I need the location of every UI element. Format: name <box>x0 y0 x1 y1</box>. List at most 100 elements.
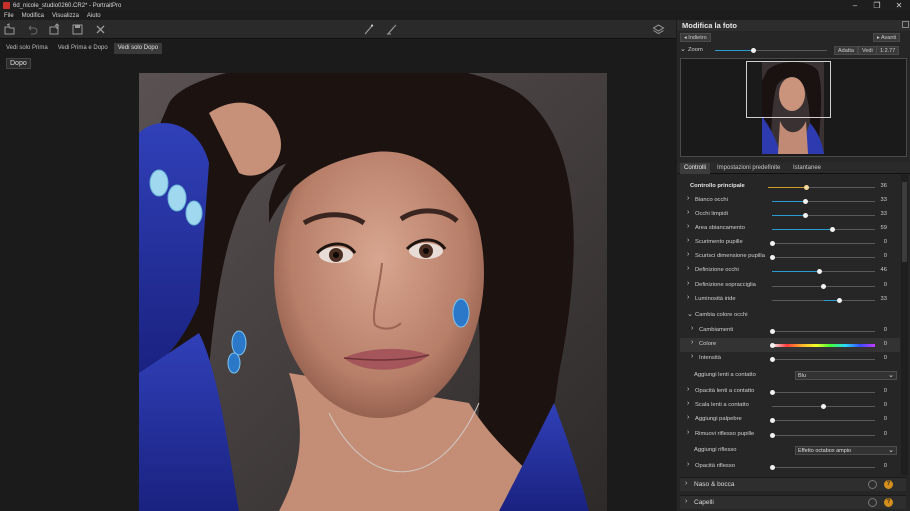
slider-knob[interactable] <box>769 343 775 348</box>
chevron-right-icon[interactable]: › <box>687 209 689 216</box>
menu-aiuto[interactable]: Aiuto <box>87 13 101 19</box>
chevron-right-icon[interactable]: › <box>687 223 689 230</box>
chevron-right-icon[interactable]: › <box>687 429 689 436</box>
slider-knob[interactable] <box>821 404 826 409</box>
control-row[interactable]: › Occhi limpidi 33 <box>680 208 900 222</box>
control-row[interactable]: › Definizione occhi 46 <box>680 264 900 278</box>
tab-istantanee[interactable]: Istantanee <box>789 163 825 174</box>
layers-icon[interactable] <box>652 23 665 36</box>
slider-knob[interactable] <box>803 199 809 204</box>
back-button[interactable]: ◂ Indietro <box>680 33 711 42</box>
slider-track[interactable] <box>772 420 875 421</box>
slider-track[interactable] <box>772 359 875 360</box>
save-icon[interactable] <box>71 23 84 36</box>
slider-knob[interactable] <box>769 255 775 260</box>
control-row[interactable]: ⌄ Cambia colore occhi <box>680 309 900 323</box>
help-icon[interactable]: ? <box>884 480 893 489</box>
dropdown-select[interactable]: Blu ⌄ <box>795 371 897 380</box>
zoom-ratio[interactable]: 1:2.77 <box>876 46 900 55</box>
control-row[interactable]: › Aggiungi palpebre 0 <box>680 413 900 427</box>
open-icon[interactable] <box>3 23 16 36</box>
restore-button[interactable]: ❐ <box>866 0 888 11</box>
control-row[interactable]: › Bianco occhi 33 <box>680 194 900 208</box>
slider-track[interactable] <box>772 435 875 436</box>
slider-track[interactable] <box>772 243 875 244</box>
control-row[interactable]: › Scurisci dimensione pupilla 0 <box>680 250 900 264</box>
chevron-down-icon[interactable]: ⌄ <box>687 310 693 318</box>
forward-button[interactable]: ▸ Avanti <box>873 33 901 42</box>
slider-knob[interactable] <box>821 284 826 289</box>
chevron-right-icon[interactable]: › <box>687 237 689 244</box>
slider-track[interactable] <box>772 331 875 332</box>
chevron-right-icon[interactable]: › <box>691 325 693 332</box>
slider-knob[interactable] <box>769 329 775 334</box>
chevron-down-icon[interactable]: ⌄ <box>680 45 686 53</box>
slider-knob[interactable] <box>804 185 810 190</box>
help-icon[interactable]: ? <box>884 498 893 507</box>
control-row[interactable]: › Opacità lenti a contatto 0 <box>680 385 900 399</box>
export-icon[interactable] <box>48 23 61 36</box>
undo-icon[interactable] <box>26 23 39 36</box>
hue-slider-track[interactable] <box>772 344 875 347</box>
slider-knob[interactable] <box>769 241 775 246</box>
chevron-right-icon[interactable]: › <box>687 400 689 407</box>
slider-knob[interactable] <box>830 227 836 232</box>
menu-modifica[interactable]: Modifica <box>22 13 44 19</box>
eraser-brush-icon[interactable] <box>385 23 398 36</box>
close-window-button[interactable]: ✕ <box>888 0 910 11</box>
chevron-right-icon[interactable]: › <box>687 195 689 202</box>
controls-scrollbar-thumb[interactable] <box>902 182 907 262</box>
control-row[interactable]: › Intensità 0 <box>680 352 900 366</box>
section-capelli[interactable]: › Capelli ? <box>680 495 906 509</box>
slider-track[interactable] <box>772 257 875 258</box>
chevron-right-icon[interactable]: › <box>687 461 689 468</box>
slider-knob[interactable] <box>837 298 843 303</box>
chevron-right-icon[interactable]: › <box>687 414 689 421</box>
minimize-button[interactable]: – <box>844 0 866 11</box>
chevron-right-icon[interactable]: › <box>691 353 693 360</box>
slider-knob[interactable] <box>769 357 775 362</box>
control-row[interactable]: Aggiungi lenti a contatto Blu ⌄ <box>680 369 900 383</box>
control-row[interactable]: › Scurimento pupille 0 <box>680 236 900 250</box>
control-row[interactable]: › Definizione sopracciglia 0 <box>680 279 900 293</box>
navigator-viewport-frame[interactable] <box>746 61 831 118</box>
chevron-right-icon[interactable]: › <box>687 280 689 287</box>
tab-vedi-prima-e-dopo[interactable]: Vedi Prima e Dopo <box>54 43 112 54</box>
control-row[interactable]: › Luminosità iride 33 <box>680 293 900 307</box>
view-button[interactable]: Vedi <box>858 46 877 55</box>
control-row[interactable]: › Cambiamenti 0 <box>680 324 900 338</box>
slider-track[interactable] <box>772 392 875 393</box>
slider-knob[interactable] <box>769 418 775 423</box>
tab-vedi-solo-prima[interactable]: Vedi solo Prima <box>2 43 52 54</box>
tab-controlli[interactable]: Controlli <box>680 163 711 174</box>
reset-icon[interactable] <box>868 480 877 489</box>
brush-icon[interactable] <box>362 23 375 36</box>
chevron-right-icon[interactable]: › <box>687 265 689 272</box>
chevron-right-icon[interactable]: › <box>691 339 693 346</box>
slider-knob[interactable] <box>816 269 822 274</box>
dropdown-select[interactable]: Effetto octabox ampio ⌄ <box>795 446 897 455</box>
close-icon[interactable] <box>94 23 107 36</box>
panel-undock-icon[interactable] <box>902 21 909 28</box>
control-row[interactable]: › Rimuovi riflesso pupille 0 <box>680 428 900 442</box>
chevron-right-icon[interactable]: › <box>687 294 689 301</box>
control-row[interactable]: › Area sbiancamento 59 <box>680 222 900 236</box>
portrait-photo[interactable] <box>139 73 607 511</box>
slider-track[interactable] <box>772 467 875 468</box>
slider-knob[interactable] <box>769 390 775 395</box>
reset-icon[interactable] <box>868 498 877 507</box>
tab-vedi-solo-dopo[interactable]: Vedi solo Dopo <box>113 43 163 54</box>
chevron-right-icon[interactable]: › <box>687 386 689 393</box>
control-row[interactable]: › Opacità riflesso 0 <box>680 460 900 474</box>
control-row[interactable]: Aggiungi riflesso Effetto octabox ampio ⌄ <box>680 444 900 458</box>
tab-impostazioni-predefinite[interactable]: Impostazioni predefinite <box>713 163 784 174</box>
control-row[interactable]: Controllo principale 36 <box>680 180 900 194</box>
menu-file[interactable]: File <box>4 13 14 19</box>
control-row[interactable]: › Colore 0 <box>680 338 900 352</box>
chevron-right-icon[interactable]: › <box>687 251 689 258</box>
control-row[interactable]: › Scala lenti a contatto 0 <box>680 399 900 413</box>
slider-knob[interactable] <box>803 213 809 218</box>
section-naso-bocca[interactable]: › Naso & bocca ? <box>680 477 906 491</box>
fit-button[interactable]: Adatta <box>834 46 858 55</box>
menu-visualizza[interactable]: Visualizza <box>52 13 79 19</box>
